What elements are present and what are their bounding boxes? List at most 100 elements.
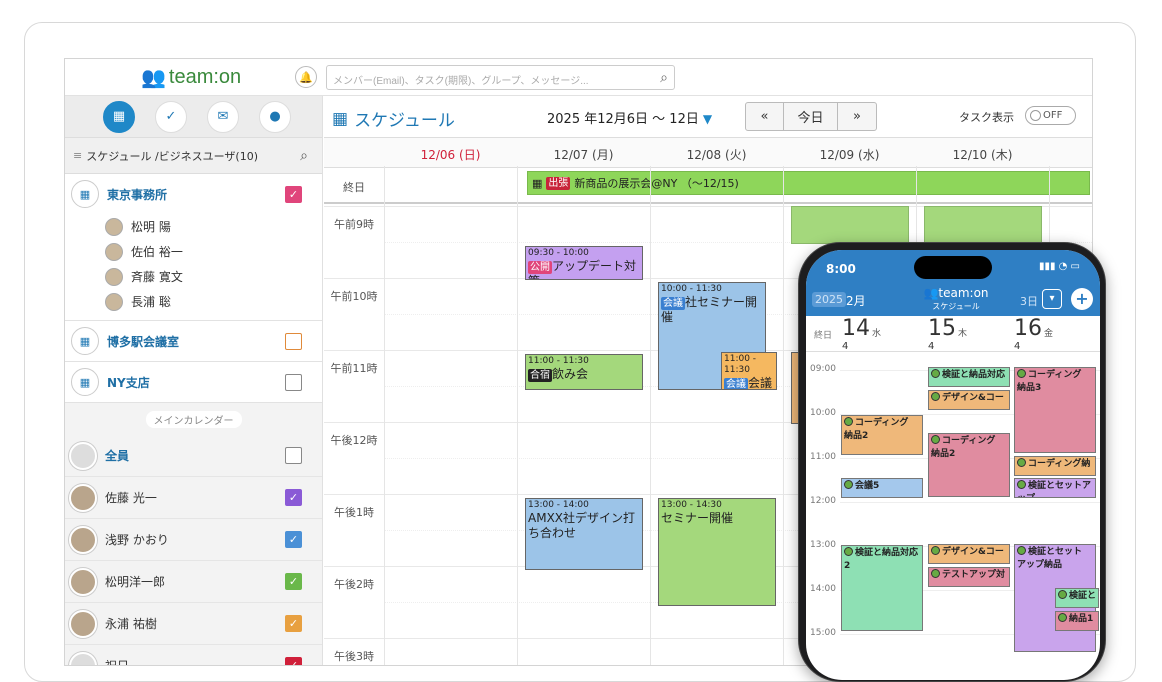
phone-event-block[interactable]: 検証と納品対応2 [841,545,923,631]
member-name: 松明 陽 [131,220,171,234]
day-column-header[interactable]: 12/07 (月) [517,146,650,163]
group-checkbox[interactable] [285,373,302,391]
day-column-header[interactable]: 12/08 (火) [650,146,783,163]
add-icon[interactable]: + [1071,288,1093,310]
phone-event-block[interactable]: コーディング納 [1014,456,1096,476]
phone-event-block[interactable]: コーディング 納品2 [928,433,1010,497]
person-item[interactable]: 全員 [65,435,322,477]
day-column-header[interactable]: 12/10 (木) [916,146,1049,163]
phone-event-block[interactable]: デザイン&コー [928,390,1010,410]
phone-event-block[interactable]: 納品1 [1055,611,1099,631]
group-header[interactable]: ▦ NY支店 [65,362,322,402]
phone-event-block[interactable]: コーディング 納品3 [1014,367,1096,453]
person-item[interactable]: 祝日 ✓ [65,645,322,665]
view-label[interactable]: 3日 [1020,293,1038,309]
bell-icon[interactable]: 🔔 [295,66,317,88]
member-item[interactable]: 斉藤 寛文 [65,264,322,289]
building-icon: ▦ [71,368,99,396]
member-item[interactable]: 佐伯 裕一 [65,239,322,264]
month-label[interactable]: 2月 [846,292,866,309]
phone-event-block[interactable]: テストアップ対 [928,567,1010,587]
event-tag: 合宿 [528,369,552,382]
person-item[interactable]: 浅野 かおり ✓ [65,519,322,561]
day-column-header[interactable]: 12/09 (水) [783,146,916,163]
avatar [1017,369,1026,378]
event-time: 09:30 - 10:00 [528,248,589,258]
event-block[interactable]: 09:30 - 10:00公開アップデート対策 [525,246,643,280]
time-label: 午前10時 [330,290,378,303]
phone-event-title: 検証とセットアップ [1017,481,1092,497]
avatar [931,369,940,378]
person-item[interactable]: 永浦 祐樹 ✓ [65,603,322,645]
phone-day-count: 4 [928,341,935,352]
person-checkbox[interactable]: ✓ [285,615,302,632]
person-checkbox[interactable]: ✓ [285,531,302,548]
search-input[interactable]: メンバー(Email)、タスク(期限)、グループ、メッセージ... ⌕ [326,65,675,90]
today-button[interactable]: 今日 [784,103,838,130]
member-item[interactable]: 長浦 聡 [65,289,322,314]
main-calendar-divider: メインカレンダー [65,403,322,435]
date-range[interactable]: 2025 年12月6日 〜 12日 ▼ [547,108,712,127]
page-title: ▦ スケジュール [332,108,455,132]
phone-day-number: 14 [842,316,870,341]
avatar [931,392,940,401]
phone-event-block[interactable]: コーディング 納品2 [841,415,923,455]
event-title: AMXX社デザイン打ち合わせ [528,511,636,540]
member-item[interactable]: 松明 陽 [65,214,322,239]
event-tag: 会議 [661,297,685,310]
group-name: 東京事務所 [107,187,168,202]
group-checkbox[interactable] [285,332,302,350]
signal-icon: ▮▮▮ ◔ ▭ [1038,261,1080,272]
logo[interactable]: 👥 team:on [141,65,241,90]
task-tab-icon[interactable]: ✓ [155,100,187,133]
person-item[interactable]: 佐藤 光一 ✓ [65,477,322,519]
building-icon: ▦ [71,180,99,208]
event-block[interactable]: 13:00 - 14:30 セミナー開催 [658,498,776,606]
calendar-tab-icon[interactable]: ▦ [103,100,135,133]
phone-mockup: 8:00 ▮▮▮ ◔ ▭ 2025 2月 👥team:on スケジュール 3日 … [798,242,1106,682]
event-block[interactable]: 13:00 - 14:00 AMXX社デザイン打ち合わせ [525,498,643,570]
phone-day-header[interactable]: 16 金 4 [1014,316,1094,352]
allday-event[interactable]: ▦ 出張 新商品の展示会@NY （〜12/15) [527,171,1090,195]
person-checkbox[interactable] [285,447,302,464]
next-button[interactable]: » [838,103,876,130]
calendar-view-icon[interactable]: ▾ [1042,289,1062,309]
day-column-header[interactable]: 12/06 (日) [384,146,517,163]
phone-time-label: 11:00 [810,452,836,462]
avatar [69,525,97,554]
event-block[interactable]: 11:00 - 11:30 合宿 飲み会 [525,354,643,390]
task-toggle[interactable]: OFF [1025,106,1076,125]
avatar [1017,458,1026,467]
group-header[interactable]: ▦ 博多駅会議室 [65,321,322,361]
prev-button[interactable]: « [746,103,784,130]
phone-event-title: デザイン&コー [942,393,1004,403]
phone-day-header[interactable]: 15 木 4 [928,316,1008,352]
phone-event-title: コーディング 納品3 [1017,370,1082,393]
event-block[interactable]: 11:00 - 11:30 会議 会議 [721,352,777,390]
phone-event-block[interactable]: デザイン&コー [928,544,1010,564]
group-header[interactable]: ▦ 東京事務所 ✓ [65,174,322,214]
dropdown-icon[interactable]: ▼ [703,112,712,126]
phone-event-block[interactable]: 検証と [1055,588,1099,608]
phone-day-header[interactable]: 14 水 4 [842,316,922,352]
person-checkbox[interactable]: ✓ [285,573,302,590]
phone-event-block[interactable]: 検証と納品対応 [928,367,1010,387]
group-checkbox[interactable]: ✓ [285,185,302,203]
phone-day-dow: 水 [872,329,882,339]
calendar-icon: ▦ [332,108,349,129]
person-item[interactable]: 松明洋一郎 ✓ [65,561,322,603]
phone-event-title: 納品1 [1069,614,1094,624]
chat-tab-icon[interactable]: ✉ [207,100,239,133]
toggle-knob [1030,110,1041,121]
sidebar-search-icon[interactable]: ⌕ [300,148,308,164]
avatar [105,292,123,311]
schedule-header: ▦ スケジュール 2025 年12月6日 〜 12日 ▼ « 今日 » タスク表示 … [324,96,1092,138]
task-toggle-label: タスク表示 [959,111,1014,124]
search-icon[interactable]: ⌕ [660,69,668,86]
person-checkbox[interactable]: ✓ [285,657,302,665]
person-checkbox[interactable]: ✓ [285,489,302,506]
phone-event-block[interactable]: 会議5 [841,478,923,498]
event-block[interactable] [791,206,909,244]
phone-event-block[interactable]: 検証とセットアップ [1014,478,1096,498]
member-tab-icon[interactable]: ● [259,100,291,133]
